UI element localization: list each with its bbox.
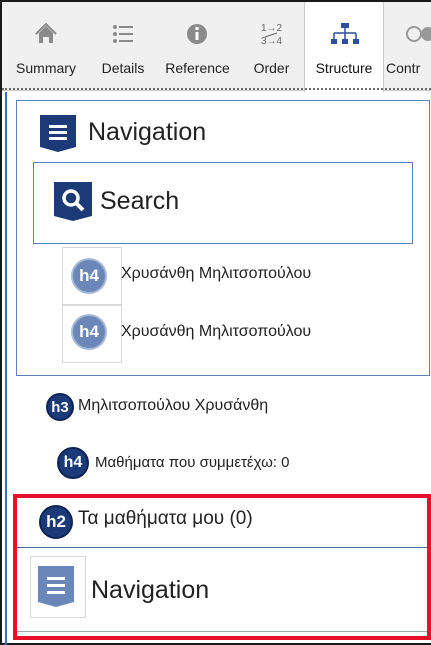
h4-badge-icon: h4 [71, 314, 107, 350]
tab-label: Contr [386, 60, 421, 76]
info-icon [156, 20, 239, 48]
tab-label: Structure [315, 60, 373, 76]
h4-badge-icon: h4 [57, 447, 89, 479]
navigation-label: Navigation [88, 118, 207, 146]
tab-contrast[interactable]: Contr [384, 2, 431, 91]
heading-text: Μαθήματα που συμμετέχω: 0 [95, 454, 290, 471]
h4-badge-icon: h4 [71, 258, 107, 294]
separator [17, 547, 427, 548]
home-icon [2, 20, 90, 48]
list-icon [90, 20, 156, 48]
tab-label: Details [101, 60, 145, 76]
tab-details[interactable]: Details [90, 2, 156, 91]
search-icon [52, 180, 94, 222]
tab-bar: Summary Details Reference 1→2 3→4 Order S… [2, 2, 431, 92]
tab-reference[interactable]: Reference [156, 2, 239, 91]
tab-label: Summary [16, 60, 76, 76]
svg-text:1→2: 1→2 [261, 23, 283, 34]
tab-order[interactable]: 1→2 3→4 Order [239, 2, 304, 91]
panel-left-rule [5, 92, 7, 645]
heading-text: Χρυσάνθη Μηλιτσοπούλου [121, 323, 312, 340]
heading-text: Μηλιτσοπούλου Χρυσάνθη [78, 397, 269, 414]
tab-label: Reference [165, 60, 230, 76]
tab-structure[interactable]: Structure [304, 2, 384, 92]
separator [17, 631, 427, 632]
svg-text:3→4: 3→4 [261, 36, 283, 47]
navigation-icon [38, 113, 78, 153]
heading-text: Χρυσάνθη Μηλιτσοπούλου [121, 265, 312, 282]
navigation-label: Navigation [91, 576, 210, 604]
tab-bar-divider [2, 88, 431, 90]
hierarchy-icon [305, 20, 383, 48]
h3-badge-icon: h3 [46, 393, 74, 421]
order-icon: 1→2 3→4 [239, 20, 304, 48]
navigation-icon [36, 564, 76, 608]
heading-text: Τα μαθήματα μου (0) [78, 508, 253, 529]
search-label: Search [100, 187, 180, 215]
contrast-icon [384, 20, 431, 48]
tab-label: Order [253, 60, 290, 76]
tab-summary[interactable]: Summary [2, 2, 90, 91]
h2-badge-icon: h2 [39, 505, 73, 539]
